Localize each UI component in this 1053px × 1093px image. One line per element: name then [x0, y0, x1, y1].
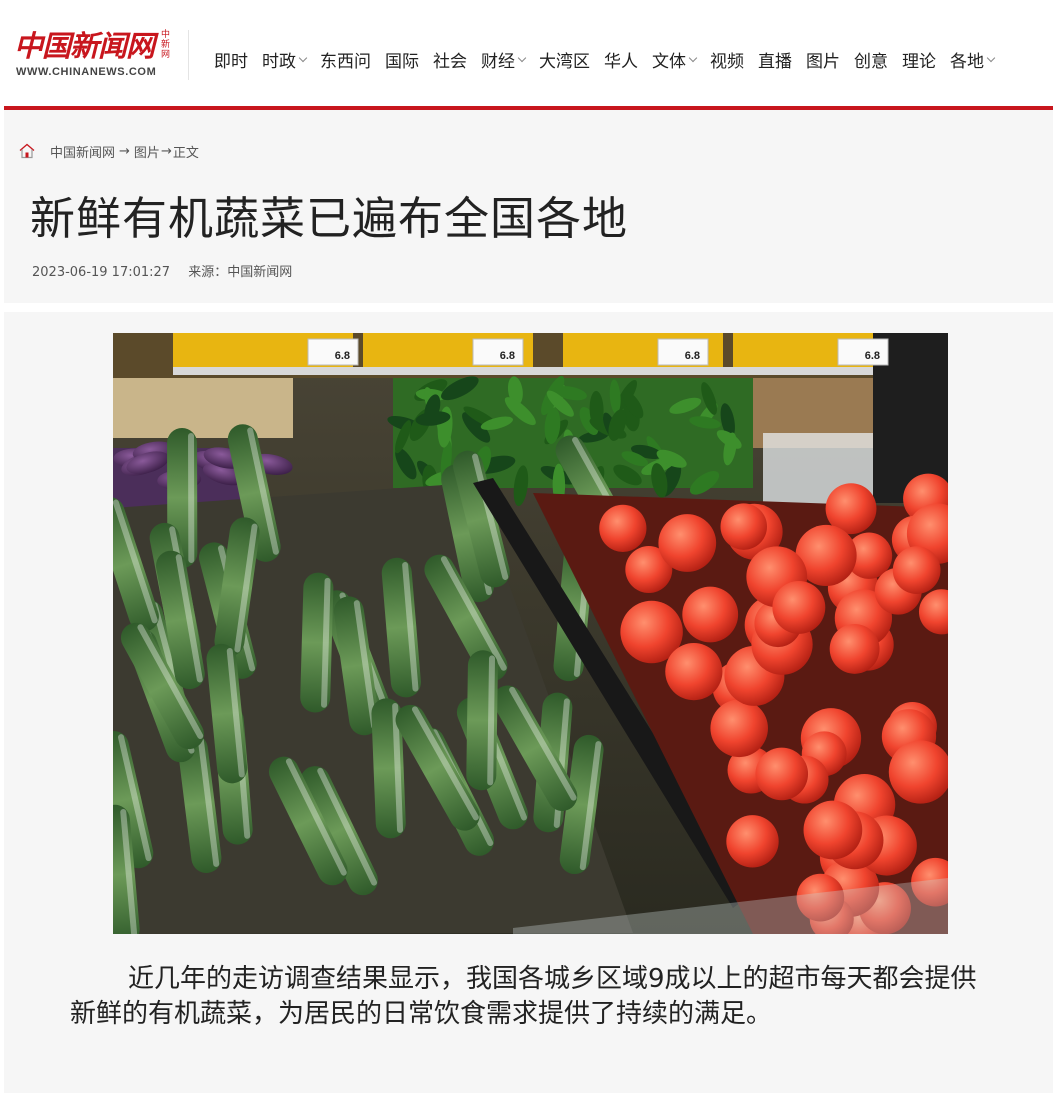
- article-header: 中国新闻网 → 图片 → 正文 新鲜有机蔬菜已遍布全国各地 2023-06-19…: [4, 110, 1053, 303]
- breadcrumb-arrow: →: [119, 143, 130, 159]
- nav-item[interactable]: 东西问: [320, 47, 371, 72]
- nav-item-label: 各地: [950, 51, 984, 72]
- tomato: [803, 800, 863, 860]
- logo-text: 中国新闻网: [14, 29, 155, 63]
- breadcrumb: 中国新闻网 → 图片 → 正文: [18, 141, 199, 161]
- price-tag: [307, 338, 359, 366]
- tomato: [710, 699, 768, 758]
- nav-item[interactable]: 大湾区: [539, 47, 590, 72]
- price-tag-value: 6.8: [335, 350, 350, 362]
- cucumber: [466, 650, 498, 791]
- chevron-down-icon: [986, 53, 996, 62]
- nav-item-label: 视频: [710, 51, 744, 72]
- tomato: [682, 586, 739, 643]
- publish-time: 2023-06-19 17:01:27: [32, 265, 171, 280]
- cucumber: [300, 572, 334, 713]
- chevron-down-icon: [517, 53, 527, 62]
- tomato: [658, 514, 717, 572]
- nav-item[interactable]: 国际: [385, 47, 419, 72]
- tomato: [599, 504, 647, 552]
- logo-url: WWW.CHINANEWS.COM: [16, 66, 157, 78]
- price-tag-value: 6.8: [500, 350, 515, 362]
- nav-item[interactable]: 视频: [710, 47, 744, 72]
- page-title: 新鲜有机蔬菜已遍布全国各地: [30, 192, 629, 245]
- nav-item-label: 即时: [214, 51, 248, 72]
- breadcrumb-section[interactable]: 图片: [134, 142, 160, 161]
- tomato: [726, 815, 779, 868]
- nav-item-label: 直播: [758, 51, 792, 72]
- nav-item-label: 图片: [806, 51, 840, 72]
- nav-item-label: 国际: [385, 51, 419, 72]
- nav-item[interactable]: 图片: [806, 47, 840, 72]
- tomato: [829, 623, 880, 674]
- nav-item-label: 理论: [902, 51, 936, 72]
- price-tag-value: 6.8: [685, 350, 700, 362]
- price-tag-value: 6.8: [865, 350, 880, 362]
- nav-item[interactable]: 财经: [481, 47, 527, 72]
- price-tag: [837, 338, 889, 366]
- tomato: [755, 747, 809, 801]
- article-source: 来源：中国新闻网: [188, 265, 293, 280]
- nav-item[interactable]: 理论: [902, 47, 936, 72]
- nav-item-label: 时政: [262, 51, 296, 72]
- nav-item-label: 社会: [433, 51, 467, 72]
- nav-item-label: 创意: [854, 51, 888, 72]
- article-meta: 2023-06-19 17:01:27 来源：中国新闻网: [32, 261, 306, 280]
- breadcrumb-home[interactable]: 中国新闻网: [50, 142, 115, 161]
- photo-caption: 近几年的走访调查结果显示，我国各城乡区域9成以上的超市每天都会提供新鲜的有机蔬菜…: [70, 964, 977, 1029]
- tomato: [892, 546, 941, 594]
- logo-divider: [188, 30, 189, 80]
- nav-item[interactable]: 时政: [262, 47, 308, 72]
- breadcrumb-arrow: →: [160, 143, 172, 159]
- tomato: [665, 643, 723, 701]
- site-logo[interactable]: 中国新闻网 中新网 WWW.CHINANEWS.COM: [14, 30, 176, 80]
- main-nav: 即时 时政 东西问 国际 社会 财经 大湾区 华人 文体 视频 直播 图片 创意 理论 各地: [214, 46, 1008, 72]
- nav-item-label: 财经: [481, 51, 515, 72]
- nav-item[interactable]: 文体: [652, 47, 698, 72]
- chevron-down-icon: [298, 53, 308, 62]
- nav-item[interactable]: 社会: [433, 47, 467, 72]
- nav-item-label: 东西问: [320, 51, 371, 72]
- nav-item[interactable]: 即时: [214, 47, 248, 72]
- nav-item-label: 文体: [652, 51, 686, 72]
- home-icon[interactable]: [18, 142, 36, 160]
- tomato: [772, 580, 826, 634]
- nav-item[interactable]: 各地: [950, 47, 996, 72]
- logo-side-text: 中新网: [161, 30, 171, 60]
- chevron-down-icon: [688, 53, 698, 62]
- nav-item[interactable]: 华人: [604, 47, 638, 72]
- breadcrumb-current: 正文: [172, 145, 199, 161]
- nav-item[interactable]: 创意: [854, 47, 888, 72]
- article-body: 6.8 6.8 6.8 6.8 近几年的走访调查结果显示，我国各城乡区域9成以上的超市…: [4, 312, 1053, 1093]
- nav-item-label: 华人: [604, 51, 638, 72]
- nav-item[interactable]: 直播: [758, 47, 792, 72]
- article-photo: 6.8 6.8 6.8 6.8: [113, 333, 948, 934]
- nav-item-label: 大湾区: [539, 51, 590, 72]
- price-tag: [657, 338, 709, 366]
- price-tag: [472, 338, 524, 366]
- tomato: [720, 503, 768, 550]
- site-header: 中国新闻网 中新网 WWW.CHINANEWS.COM 即时 时政 东西问 国际 社会财…: [0, 0, 1053, 106]
